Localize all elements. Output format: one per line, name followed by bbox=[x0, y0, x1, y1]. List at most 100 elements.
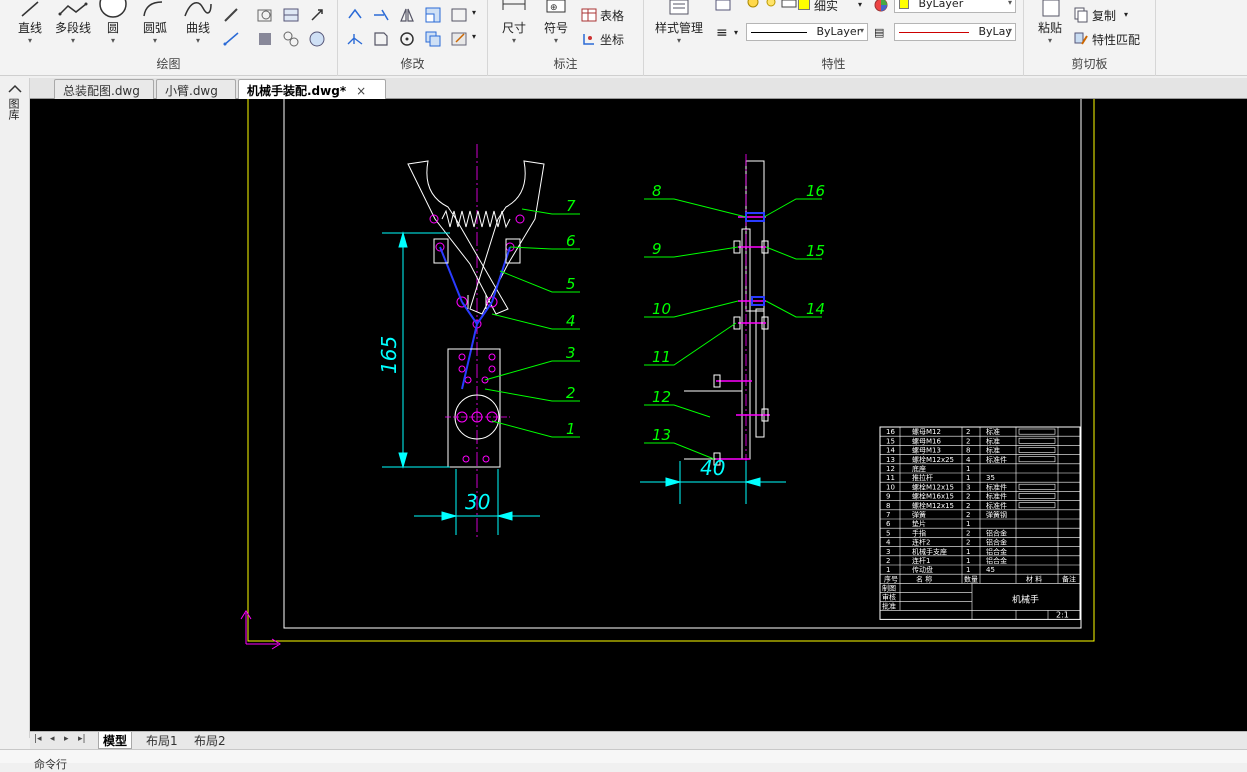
color-wheel-icon[interactable] bbox=[872, 0, 890, 14]
balloon-number: 1 bbox=[566, 420, 576, 438]
circle-button[interactable]: 圆 ▾ bbox=[98, 0, 128, 46]
match-properties-icon[interactable] bbox=[1072, 30, 1090, 48]
bom-cell-qty: 1 bbox=[966, 548, 970, 556]
balloon-number: 4 bbox=[566, 312, 576, 330]
match-properties-button[interactable]: 特性匹配 bbox=[1092, 31, 1140, 48]
bom-cell-qty: 8 bbox=[966, 447, 970, 455]
copy-object-icon[interactable] bbox=[424, 30, 442, 48]
drawing-title: 机械手 bbox=[1012, 593, 1039, 605]
command-line[interactable]: 命令行 bbox=[0, 749, 1247, 771]
boundary-icon[interactable] bbox=[308, 30, 326, 48]
bom-cell-name: 螺栓M12x25 bbox=[912, 455, 954, 464]
pick-icon[interactable] bbox=[308, 6, 326, 24]
bom-cell-material: 45 bbox=[986, 566, 995, 574]
bom-header-material: 材 料 bbox=[1026, 574, 1042, 583]
lineweight-combo[interactable]: ByLay ▾ bbox=[894, 23, 1016, 41]
tab-layout1[interactable]: 布局1 bbox=[142, 732, 182, 749]
tab-model[interactable]: 模型 bbox=[98, 732, 133, 749]
bom-cell-no: 16 bbox=[886, 428, 895, 436]
chevron-down-icon[interactable]: ▾ bbox=[734, 28, 738, 37]
bom-cell-qty: 2 bbox=[966, 428, 970, 436]
style-manager-button[interactable]: 样式管理 ▾ bbox=[648, 0, 710, 46]
palette-icon[interactable] bbox=[5, 82, 25, 96]
line-button[interactable]: 直线 ▾ bbox=[12, 0, 48, 46]
clipboard-group: 粘贴 ▾ 复制 ▾ 特性匹配 剪切板 bbox=[1024, 0, 1156, 76]
balloon-number: 3 bbox=[566, 344, 576, 362]
bill-of-materials: 16 螺母M12 2 标准15 螺母M16 2 标准14 螺母M13 8 标准13 螺栓M12x25… bbox=[879, 426, 1081, 620]
bom-cell-name: 连杆2 bbox=[912, 538, 930, 547]
shape-icon[interactable] bbox=[256, 6, 274, 24]
table-button[interactable]: 表格 bbox=[600, 7, 624, 24]
tab-layout2[interactable]: 布局2 bbox=[190, 732, 230, 749]
chevron-down-icon: ▾ bbox=[195, 36, 200, 45]
modify-group: ▾ ▾ 修改 bbox=[338, 0, 488, 76]
tab-forearm[interactable]: 小臂.dwg bbox=[156, 79, 236, 99]
lineweight-list-icon[interactable]: ≡ bbox=[716, 25, 728, 41]
rectangle-icon[interactable] bbox=[450, 6, 468, 24]
chevron-down-icon: ▾ bbox=[110, 36, 115, 45]
line-icon bbox=[21, 1, 39, 17]
construction-line-icon[interactable] bbox=[222, 30, 240, 48]
style-manager-icon bbox=[669, 0, 689, 15]
dim-width-side-text: 40 bbox=[700, 456, 725, 480]
curve-button[interactable]: 曲线 ▾ bbox=[180, 0, 216, 46]
balloon-number: 14 bbox=[806, 300, 825, 318]
stretch-icon[interactable] bbox=[346, 30, 364, 48]
dimension-button[interactable]: 尺寸 ▾ bbox=[496, 0, 532, 46]
color-combo[interactable]: ByLayer ▾ bbox=[894, 0, 1016, 13]
polyline-button[interactable]: 多段线 ▾ bbox=[52, 0, 94, 46]
linetype-combo[interactable]: ByLayer ▾ bbox=[746, 23, 868, 41]
close-icon[interactable]: × bbox=[356, 84, 366, 98]
edit-icon[interactable] bbox=[450, 30, 468, 48]
bom-standard-box bbox=[1018, 502, 1056, 509]
drawing-canvas[interactable]: 165 30 7654321 40 8 9 10 11 12 13 16 15 … bbox=[30, 99, 1247, 731]
chevron-down-icon: ▾ bbox=[553, 36, 558, 45]
balloon-number: 6 bbox=[566, 232, 576, 250]
last-layout-icon[interactable]: ▸| bbox=[78, 734, 86, 744]
layer-name[interactable]: 细实 bbox=[814, 0, 838, 14]
table-icon[interactable] bbox=[580, 6, 598, 24]
bom-cell-qty: 2 bbox=[966, 511, 970, 519]
printer-icon[interactable] bbox=[780, 0, 798, 12]
balloon-number: 13 bbox=[652, 426, 671, 444]
rotate-icon[interactable] bbox=[398, 30, 416, 48]
hatch-icon[interactable] bbox=[256, 30, 274, 48]
coordinate-icon[interactable] bbox=[580, 30, 598, 48]
arc-icon bbox=[143, 1, 163, 17]
arc-button[interactable]: 圆弧 ▾ bbox=[138, 0, 172, 46]
tab-manipulator-assembly[interactable]: 机械手装配.dwg* × bbox=[238, 79, 386, 99]
extend-icon[interactable] bbox=[372, 6, 390, 24]
mirror-icon[interactable] bbox=[398, 6, 416, 24]
prev-layout-icon[interactable]: ◂ bbox=[50, 734, 55, 744]
side-balloons: 8 9 10 11 12 13 16 15 14 bbox=[644, 182, 825, 460]
scale-icon[interactable] bbox=[424, 6, 442, 24]
first-layout-icon[interactable]: |◂ bbox=[34, 734, 42, 744]
copy-icon[interactable] bbox=[1072, 6, 1090, 24]
lightbulb-icon[interactable] bbox=[744, 0, 762, 12]
lineweight-icon[interactable]: ▤ bbox=[874, 26, 884, 39]
move-icon[interactable] bbox=[346, 6, 364, 24]
next-layout-icon[interactable]: ▸ bbox=[64, 734, 69, 744]
region-icon[interactable] bbox=[282, 30, 300, 48]
symbol-button[interactable]: ⊕ 符号 ▾ bbox=[538, 0, 574, 46]
bom-cell-qty: 2 bbox=[966, 529, 970, 537]
copy-button[interactable]: 复制 bbox=[1092, 7, 1116, 24]
offset-icon[interactable] bbox=[372, 30, 390, 48]
sun-icon[interactable] bbox=[762, 0, 780, 12]
bom-cell-material: 铝合金 bbox=[986, 556, 1007, 565]
tab-assembly[interactable]: 总装配图.dwg bbox=[54, 79, 154, 99]
chevron-down-icon[interactable]: ▾ bbox=[472, 8, 476, 17]
paste-button[interactable]: 粘贴 ▾ bbox=[1030, 0, 1070, 46]
library-panel-tab[interactable]: 图库 bbox=[7, 98, 21, 120]
coordinate-button[interactable]: 坐标 bbox=[600, 31, 624, 48]
chevron-down-icon[interactable]: ▾ bbox=[1124, 10, 1128, 19]
chevron-down-icon[interactable]: ▾ bbox=[858, 0, 862, 9]
bom-cell-no: 5 bbox=[886, 529, 890, 537]
pencil-icon[interactable] bbox=[222, 6, 240, 24]
balloon-leader bbox=[644, 404, 711, 418]
layer-icon[interactable] bbox=[714, 0, 732, 14]
block-icon[interactable] bbox=[282, 6, 300, 24]
ribbon: 直线 ▾ 多段线 ▾ 圆 ▾ 圆弧 ▾ 曲线 ▾ 绘图 ▾ ▾ 修改 尺寸 ▾ … bbox=[0, 0, 1247, 76]
chevron-down-icon[interactable]: ▾ bbox=[472, 32, 476, 41]
bom-cell-no: 12 bbox=[886, 465, 895, 473]
